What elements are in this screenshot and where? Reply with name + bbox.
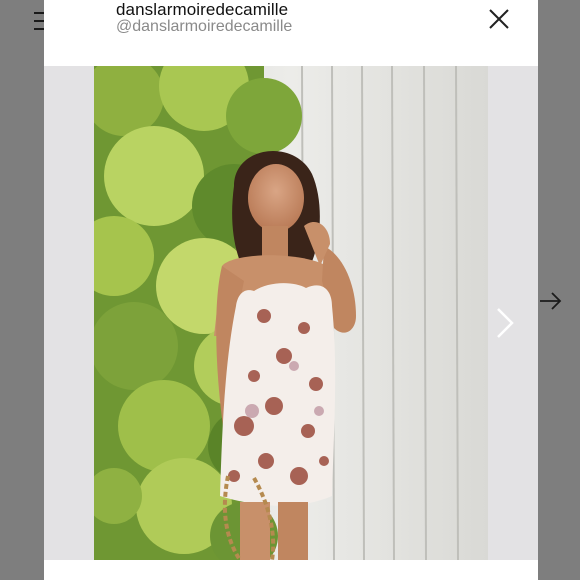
post-photo[interactable] <box>94 66 488 560</box>
post-modal: danslarmoiredecamille @danslarmoiredecam… <box>44 0 538 580</box>
account-handle[interactable]: @danslarmoiredecamille <box>116 18 292 36</box>
chevron-right-icon[interactable] <box>494 306 516 340</box>
arrow-right-icon[interactable] <box>538 290 564 312</box>
photo-frame <box>44 66 538 560</box>
close-icon[interactable] <box>486 6 512 32</box>
modal-footer <box>44 560 538 580</box>
account-name[interactable]: danslarmoiredecamille <box>116 0 288 20</box>
